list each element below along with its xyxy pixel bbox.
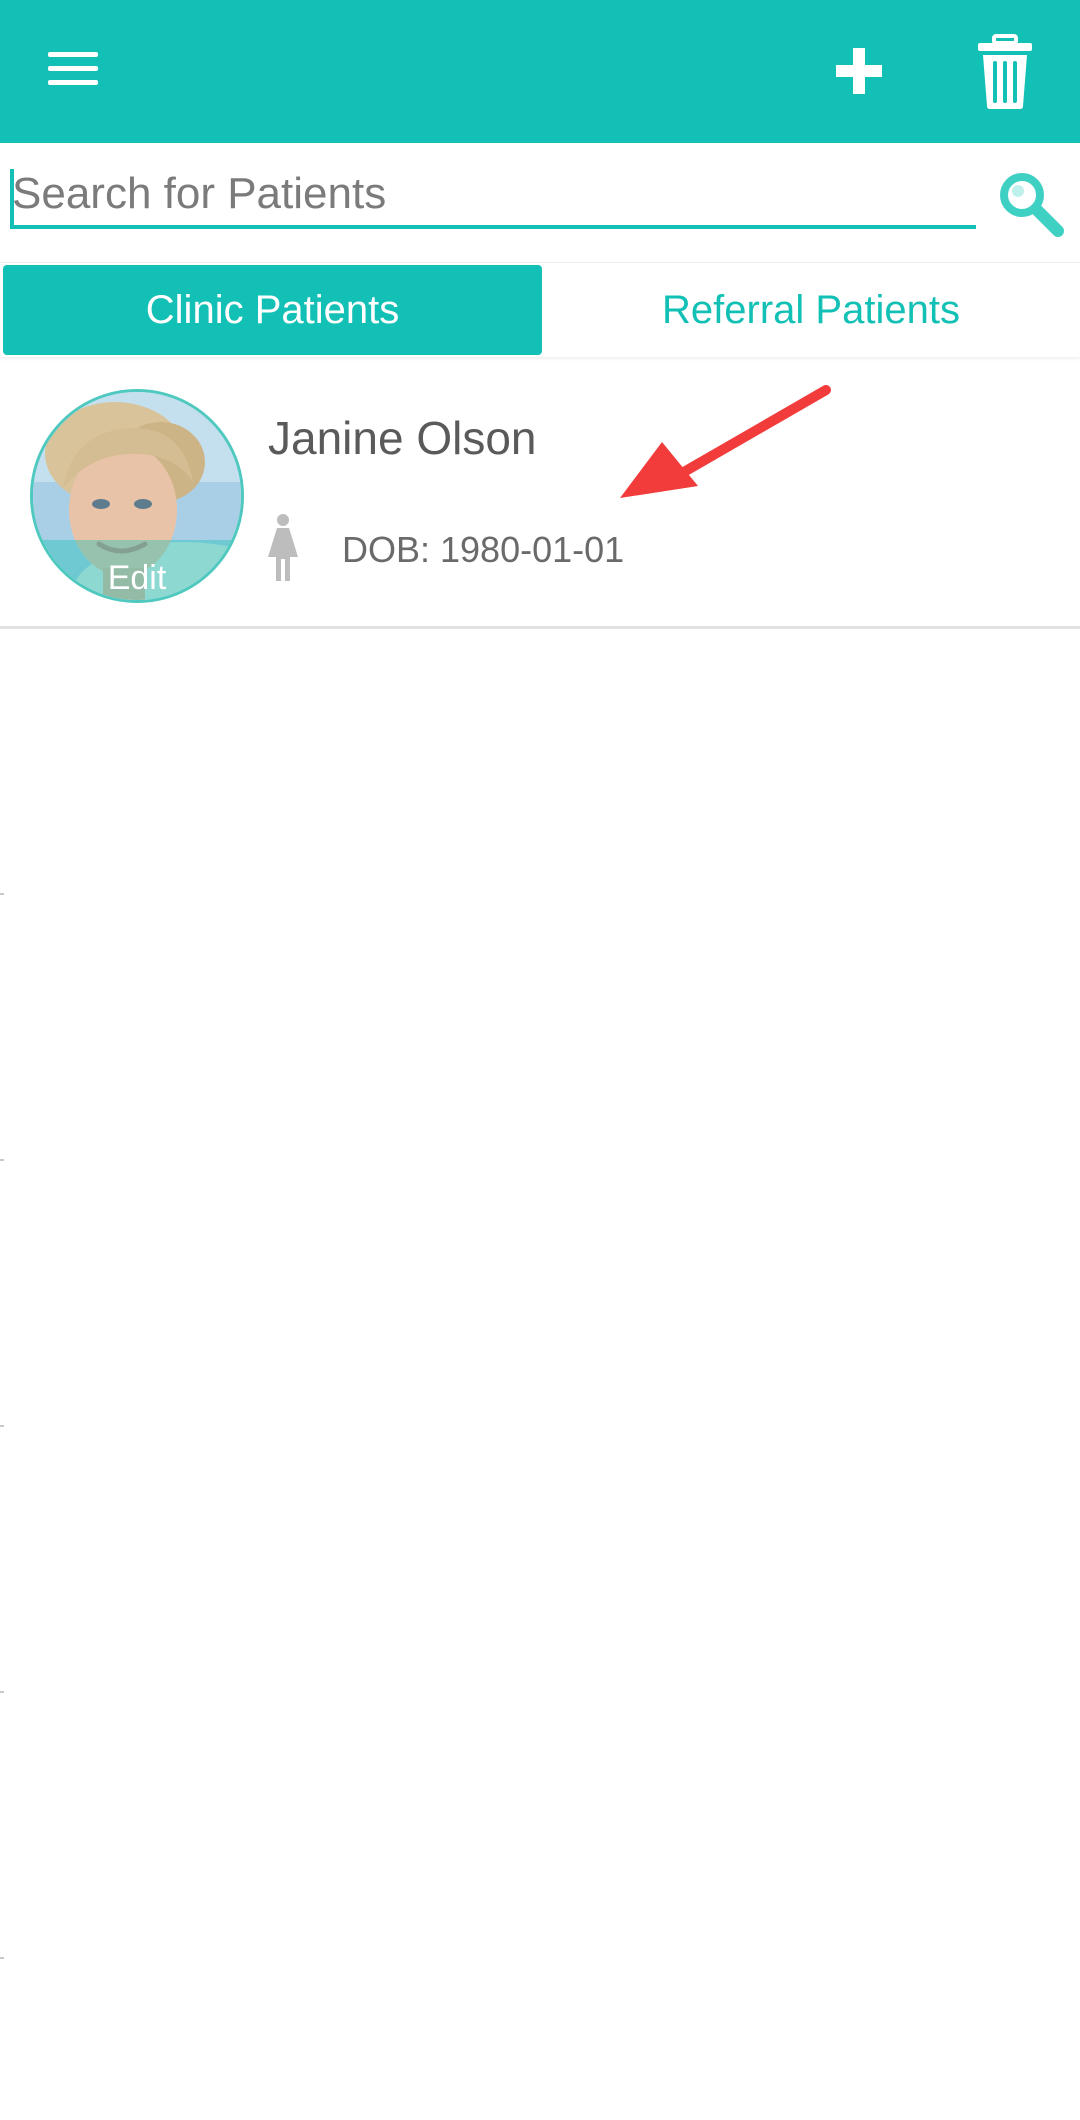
tab-label: Clinic Patients <box>145 287 400 332</box>
app-screen: Clinic Patients Referral Patients <box>0 0 1080 2120</box>
patient-list: Edit Janine Olson DOB: 1980-01-01 <box>0 357 1080 629</box>
edge-tick <box>0 1425 4 1427</box>
tab-referral-patients[interactable]: Referral Patients <box>542 265 1080 355</box>
edge-tick <box>0 1691 4 1693</box>
edge-tick <box>0 893 4 895</box>
edge-tick <box>0 1957 4 1959</box>
tab-clinic-patients[interactable]: Clinic Patients <box>3 265 542 355</box>
patient-tabs: Clinic Patients Referral Patients <box>0 263 1080 357</box>
top-app-bar <box>0 0 1080 143</box>
search-input[interactable] <box>10 163 976 229</box>
female-icon <box>266 513 300 583</box>
avatar[interactable]: Edit <box>30 389 244 603</box>
avatar-edit-label[interactable]: Edit <box>33 559 241 598</box>
tab-label: Referral Patients <box>662 287 960 332</box>
patient-name: Janine Olson <box>268 412 537 464</box>
text-caret <box>10 169 14 225</box>
trash-icon[interactable] <box>972 34 1038 110</box>
plus-icon[interactable] <box>820 38 898 104</box>
search-bar <box>0 143 1080 263</box>
hamburger-menu-icon[interactable] <box>34 34 112 104</box>
magnifier-icon[interactable] <box>996 169 1066 239</box>
edge-tick <box>0 1159 4 1161</box>
patient-dob: DOB: 1980-01-01 <box>342 529 625 570</box>
list-item[interactable]: Edit Janine Olson DOB: 1980-01-01 <box>0 357 1080 629</box>
